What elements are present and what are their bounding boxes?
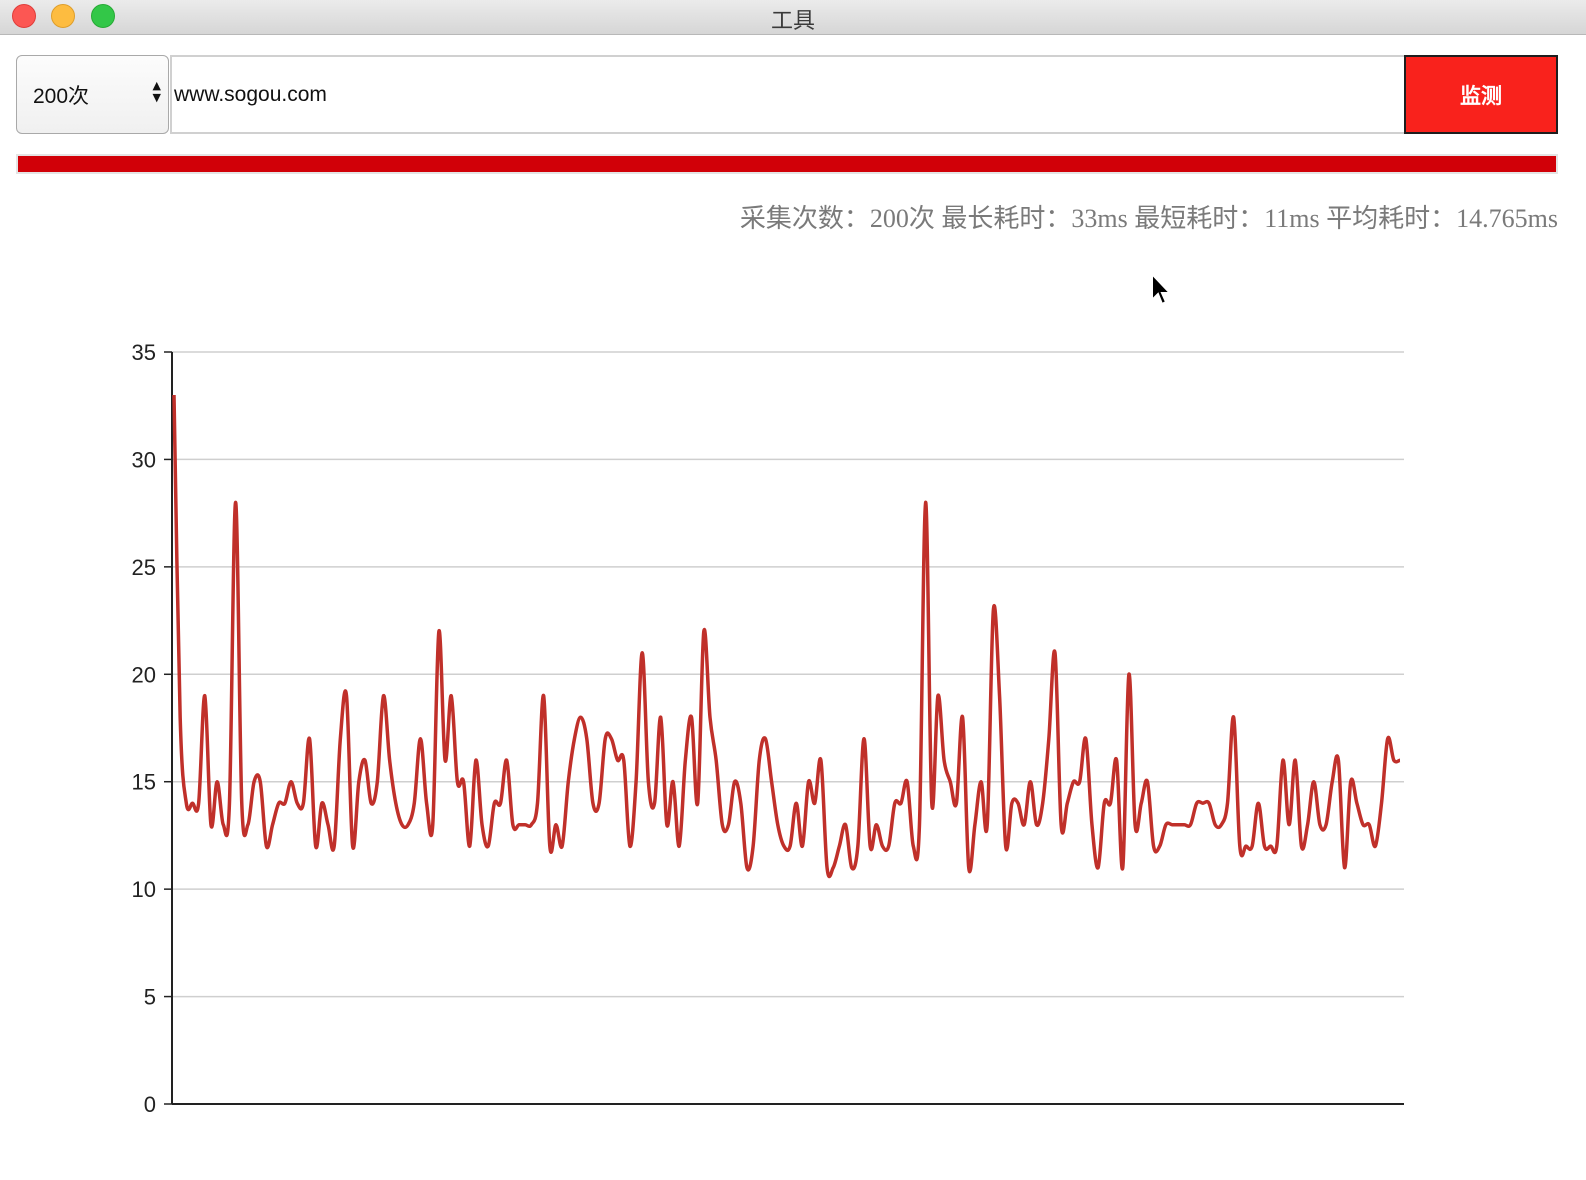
y-tick-label: 20 [132,662,156,687]
count-select[interactable]: 200次 ▲ ▼ [16,55,169,134]
y-tick-label: 5 [144,985,156,1010]
stats-avg: 平均耗时：14.765ms [1326,204,1558,233]
y-tick-label: 0 [144,1092,156,1117]
mouse-cursor-icon [1151,272,1173,306]
select-arrows-icon: ▲ ▼ [152,79,161,104]
y-tick-label: 25 [132,555,156,580]
y-tick-label: 10 [132,877,156,902]
url-input[interactable] [170,55,1404,134]
y-tick-label: 15 [132,770,156,795]
stats-summary: 采集次数：200次 最长耗时：33ms 最短耗时：11ms 平均耗时：14.76… [740,198,1558,235]
latency-line-chart: 0 5 10 15 20 25 30 35 [132,340,1404,1117]
stats-count: 采集次数：200次 [739,204,935,233]
stats-min: 最短耗时：11ms [1134,204,1320,233]
window-title: 工具 [770,9,815,34]
stats-max: 最长耗时：33ms [941,204,1128,233]
y-tick-label: 35 [132,340,156,365]
progress-bar [16,154,1558,174]
monitor-button[interactable]: 监测 [1404,55,1558,134]
title-bar: 工具 [0,0,1586,35]
count-select-value: 200次 [33,85,90,108]
series-line [172,394,1401,879]
progress-fill [18,156,1556,172]
y-tick-label: 30 [132,447,156,472]
